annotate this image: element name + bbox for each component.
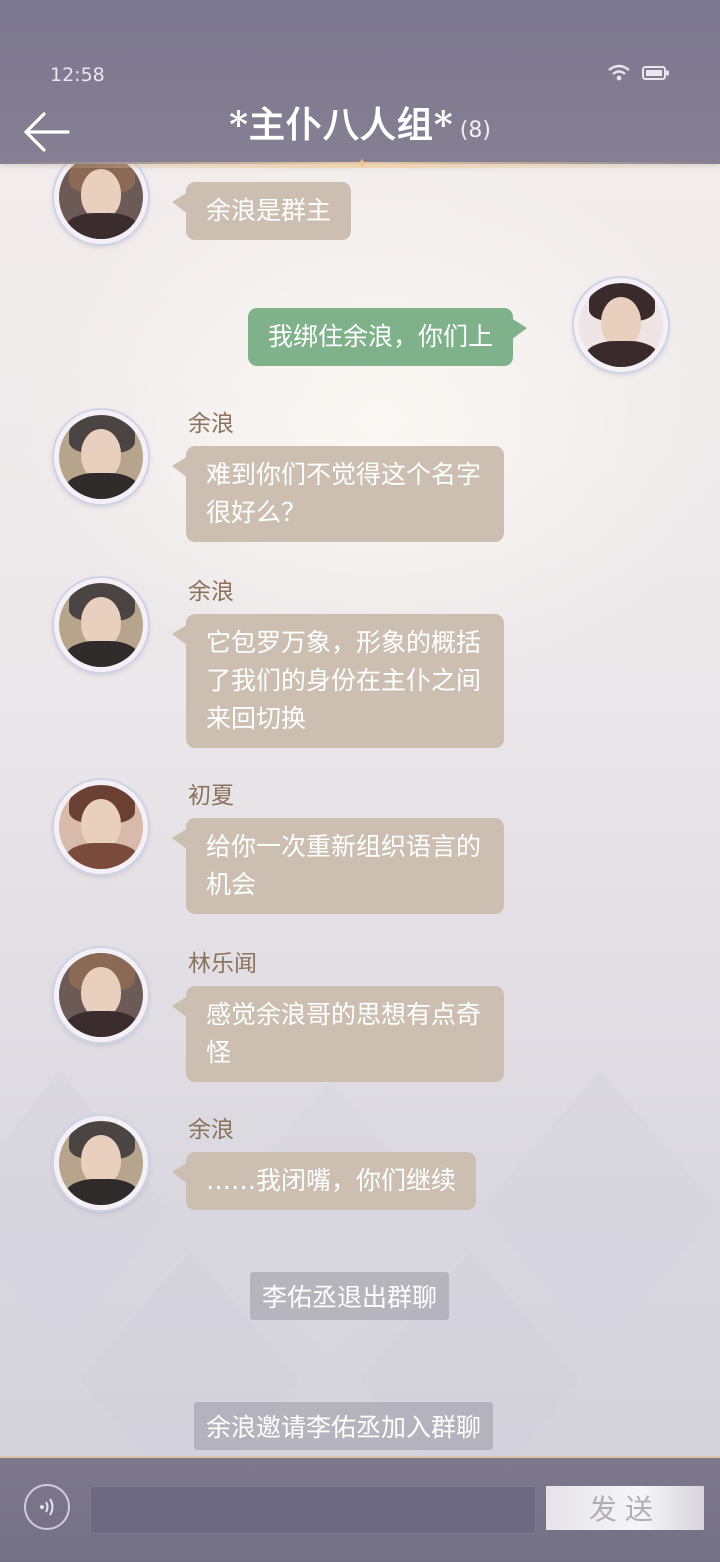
message-bubble[interactable]: 它包罗万象，形象的概括了我们的身份在主仆之间来回切换 bbox=[172, 614, 504, 748]
sender-name: 余浪 bbox=[188, 1117, 234, 1143]
member-count: (8) bbox=[459, 118, 491, 143]
sender-name: 初夏 bbox=[188, 783, 234, 809]
app-header: 12:58 *主仆八人组* (8) bbox=[0, 0, 720, 164]
message-bubble[interactable]: 余浪是群主 bbox=[171, 182, 352, 240]
header-divider: ✦ bbox=[0, 156, 720, 172]
message-bubble-self[interactable]: 我绑住余浪，你们上 bbox=[248, 308, 528, 366]
avatar-linlewen[interactable] bbox=[54, 948, 148, 1042]
send-button[interactable]: 发送 bbox=[546, 1486, 704, 1530]
avatar-yulang[interactable] bbox=[54, 578, 148, 672]
battery-icon bbox=[642, 66, 669, 80]
message-bubble[interactable]: 难到你们不觉得这个名字很好么？ bbox=[172, 446, 504, 542]
voice-icon[interactable] bbox=[24, 1484, 70, 1530]
avatar-chuxia[interactable] bbox=[54, 780, 148, 874]
status-time: 12:58 bbox=[50, 64, 105, 86]
message-bubble[interactable]: ……我闭嘴，你们继续 bbox=[171, 1152, 477, 1210]
sender-name: 余浪 bbox=[188, 579, 234, 605]
chat-title-wrap: *主仆八人组* (8) bbox=[0, 96, 720, 148]
sender-name: 林乐闻 bbox=[188, 951, 257, 977]
wifi-icon bbox=[608, 64, 630, 81]
message-input[interactable] bbox=[90, 1486, 536, 1534]
avatar-yulang[interactable] bbox=[54, 410, 148, 504]
system-message: 余浪邀请李佑丞加入群聊 bbox=[194, 1402, 494, 1450]
background-pattern bbox=[0, 1070, 720, 1460]
message-bubble[interactable]: 给你一次重新组织语言的机会 bbox=[172, 818, 504, 914]
chat-title: *主仆八人组* bbox=[229, 104, 454, 146]
sender-name: 余浪 bbox=[188, 411, 234, 437]
avatar-self[interactable] bbox=[574, 278, 668, 372]
avatar-yulang[interactable] bbox=[54, 1116, 148, 1210]
voice-waves-icon bbox=[40, 1498, 54, 1516]
status-icons bbox=[608, 64, 670, 82]
sparkle-icon: ✦ bbox=[356, 156, 368, 172]
system-message: 李佑丞退出群聊 bbox=[250, 1272, 450, 1320]
message-bubble[interactable]: 感觉余浪哥的思想有点奇怪 bbox=[172, 986, 504, 1082]
input-bar: 发送 bbox=[0, 1456, 720, 1562]
